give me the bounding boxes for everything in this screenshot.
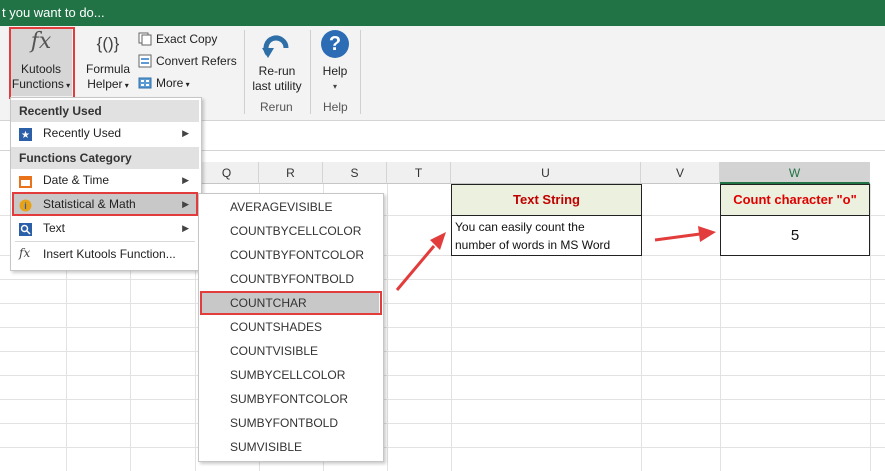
col-header-w[interactable]: W (720, 162, 870, 184)
kutools-functions-menu: Recently Used ★ Recently Used ▶ Function… (10, 97, 202, 271)
help-icon: ? (321, 30, 349, 58)
formula-helper-icon: {()} (96, 34, 120, 53)
submenu-item-sumbycellcolor[interactable]: SUMBYCELLCOLOR (230, 364, 345, 386)
submenu-item-countvisible[interactable]: COUNTVISIBLE (230, 340, 318, 362)
exact-copy-button[interactable]: Exact Copy (138, 30, 217, 48)
menu-label: Date & Time (43, 173, 110, 187)
rerun-icon (248, 30, 306, 64)
menu-item-recently-used[interactable]: ★ Recently Used ▶ (13, 122, 197, 144)
submenu-arrow-icon: ▶ (182, 128, 189, 138)
submenu-item-sumbyfontcolor[interactable]: SUMBYFONTCOLOR (230, 388, 348, 410)
menu-divider (15, 241, 195, 242)
formula-helper-label-1: Formula (85, 62, 130, 76)
tell-me-bar[interactable]: t you want to do... (0, 0, 885, 26)
submenu-item-countbyfontcolor[interactable]: COUNTBYFONTCOLOR (230, 244, 364, 266)
rerun-button[interactable]: Re-run last utility (248, 28, 306, 96)
convert-refers-button[interactable]: Convert Refers (138, 52, 237, 70)
gridline (0, 399, 885, 400)
col-header-v[interactable]: V (641, 162, 720, 184)
arrow-to-result-icon (654, 226, 716, 242)
arrow-to-text-icon (395, 232, 446, 291)
text-value-line-1: You can easily count the (455, 220, 585, 234)
formula-helper-label-2: Helper ▾ (87, 77, 129, 91)
gridline (0, 303, 885, 304)
submenu-item-averagevisible[interactable]: AVERAGEVISIBLE (230, 196, 333, 218)
more-label: More (156, 76, 184, 90)
exact-copy-icon (138, 32, 152, 46)
menu-label: Insert Kutools Function... (43, 247, 176, 261)
statistical-math-submenu: AVERAGEVISIBLE COUNTBYCELLCOLOR COUNTBYFON… (198, 193, 384, 462)
group-label-help: Help (323, 100, 348, 114)
menu-label: Recently Used (43, 126, 122, 140)
cell-text-string-value[interactable]: You can easily count the number of words… (451, 215, 642, 256)
gridline (0, 375, 885, 376)
gridline (0, 327, 885, 328)
help-label: Help (322, 64, 348, 78)
submenu-item-countbycellcolor[interactable]: COUNTBYCELLCOLOR (230, 220, 361, 242)
fx-icon: fx (19, 246, 31, 260)
submenu-item-countbyfontbold[interactable]: COUNTBYFONTBOLD (230, 268, 354, 290)
submenu-arrow-icon: ▶ (182, 223, 189, 233)
ribbon-separator (310, 30, 311, 114)
gridline (0, 351, 885, 352)
stat-math-highlight (12, 192, 198, 216)
cell-text-string-header[interactable]: Text String (451, 184, 642, 216)
convert-refers-label: Convert Refers (156, 54, 237, 68)
col-header-r[interactable]: R (259, 162, 323, 184)
gridline (0, 447, 885, 448)
help-dropdown-icon: ▾ (332, 82, 337, 91)
help-button[interactable]: ? Help ▾ (314, 28, 356, 96)
text-value-line-2: number of words in MS Word (455, 238, 611, 252)
col-header-t[interactable]: T (387, 162, 451, 184)
kutools-highlight (9, 27, 75, 99)
submenu-item-countshades[interactable]: COUNTSHADES (230, 316, 322, 338)
group-label-rerun: Rerun (260, 100, 293, 114)
menu-item-text[interactable]: Text ▶ (13, 217, 197, 239)
col-header-q[interactable]: Q (195, 162, 259, 184)
formula-helper-button[interactable]: {()} Formula Helper ▾ (82, 28, 134, 96)
convert-refers-icon (138, 54, 152, 68)
exact-copy-label: Exact Copy (156, 32, 218, 46)
submenu-item-sumvisible[interactable]: SUMVISIBLE (230, 436, 302, 458)
tell-me-text: t you want to do... (2, 5, 105, 20)
menu-label: Text (43, 221, 66, 235)
text-search-icon (19, 221, 32, 236)
gridline (0, 279, 885, 280)
ribbon-separator (360, 30, 361, 114)
more-icon (138, 76, 152, 90)
count-header: Count character "o" (733, 192, 857, 207)
calendar-icon (19, 173, 32, 188)
gridline (0, 423, 885, 424)
star-icon: ★ (19, 126, 32, 141)
submenu-arrow-icon: ▶ (182, 175, 189, 185)
cell-count-value[interactable]: 5 (720, 215, 870, 256)
menu-head-functions-category: Functions Category (11, 147, 199, 169)
svg-text:★: ★ (21, 130, 30, 141)
menu-item-date-time[interactable]: Date & Time ▶ (13, 169, 197, 191)
countchar-highlight (200, 291, 382, 315)
submenu-item-sumbyfontbold[interactable]: SUMBYFONTBOLD (230, 412, 338, 434)
rerun-label-2: last utility (252, 79, 302, 93)
menu-head-recently-used: Recently Used (11, 100, 199, 122)
text-string-header: Text String (513, 192, 580, 207)
ribbon-separator (244, 30, 245, 114)
cell-count-header[interactable]: Count character "o" (720, 184, 870, 216)
count-value: 5 (790, 227, 800, 244)
col-header-s[interactable]: S (323, 162, 387, 184)
menu-item-insert-kutools-function[interactable]: fx Insert Kutools Function... (13, 243, 197, 265)
rerun-label-1: Re-run (258, 64, 296, 78)
col-header-u[interactable]: U (451, 162, 641, 184)
more-button[interactable]: More ▾ (138, 74, 190, 92)
